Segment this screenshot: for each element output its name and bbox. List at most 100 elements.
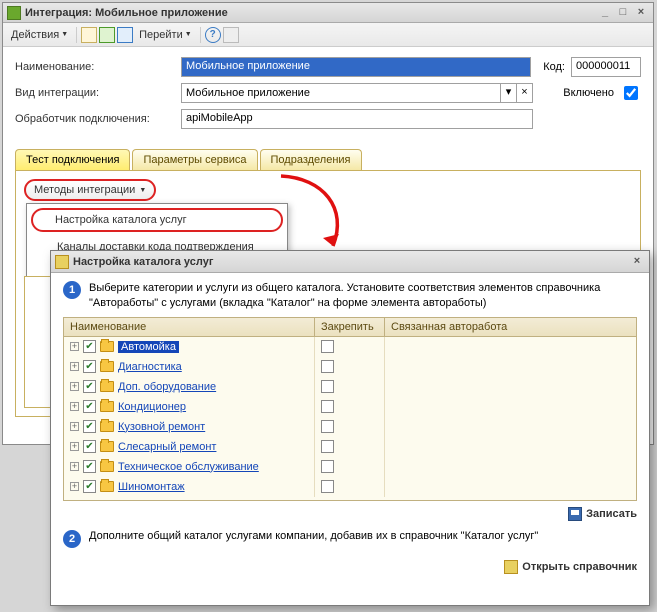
folder-icon xyxy=(100,341,114,352)
table-row[interactable]: + Доп. оборудование xyxy=(64,377,636,397)
row-checkbox[interactable] xyxy=(83,380,96,393)
category-link[interactable]: Техническое обслуживание xyxy=(118,461,259,473)
window-title: Интеграция: Мобильное приложение xyxy=(25,7,595,19)
folder-icon xyxy=(100,481,114,492)
handler-input[interactable]: apiMobileApp xyxy=(181,109,533,129)
toolbar: Действия▼ Перейти▼ ? xyxy=(3,23,653,47)
folder-icon xyxy=(100,361,114,372)
tab-depts[interactable]: Подразделения xyxy=(260,149,362,170)
tab-test[interactable]: Тест подключения xyxy=(15,149,130,170)
table-row[interactable]: + Техническое обслуживание xyxy=(64,457,636,477)
category-link[interactable]: Доп. оборудование xyxy=(118,381,216,393)
pin-checkbox[interactable] xyxy=(321,440,334,453)
pin-checkbox[interactable] xyxy=(321,360,334,373)
save-button[interactable]: Записать xyxy=(568,507,637,521)
handler-label: Обработчик подключения: xyxy=(15,113,175,125)
open-row: Открыть справочник xyxy=(51,554,649,583)
step2-row: 2 Дополните общий каталог услугами компа… xyxy=(51,530,649,554)
name-label: Наименование: xyxy=(15,61,175,73)
step2-text: Дополните общий каталог услугами компани… xyxy=(89,530,538,548)
dialog-close-button[interactable]: × xyxy=(629,255,645,269)
dialog-title: Настройка каталога услуг xyxy=(73,256,627,268)
step1-text: Выберите категории и услуги из общего ка… xyxy=(89,281,637,311)
folder-icon xyxy=(100,421,114,432)
copy-icon[interactable] xyxy=(117,27,133,43)
open-catalog-button[interactable]: Открыть справочник xyxy=(504,560,637,574)
type-combo[interactable]: Мобильное приложение ▾ × xyxy=(181,83,533,103)
folder-icon xyxy=(100,441,114,452)
col-linked[interactable]: Связанная авторабота xyxy=(385,318,636,336)
name-input[interactable]: Мобильное приложение xyxy=(181,57,531,77)
row-checkbox[interactable] xyxy=(83,440,96,453)
close-button[interactable]: × xyxy=(633,6,649,20)
category-link[interactable]: Кузовной ремонт xyxy=(118,421,205,433)
enabled-label: Включено xyxy=(563,87,614,99)
folder-icon xyxy=(100,461,114,472)
tab-params[interactable]: Параметры сервиса xyxy=(132,149,257,170)
combo-dropdown-icon[interactable]: ▾ xyxy=(500,84,516,102)
tabstrip: Тест подключения Параметры сервиса Подра… xyxy=(15,149,641,171)
combo-clear-icon[interactable]: × xyxy=(516,84,532,102)
folder-icon xyxy=(100,401,114,412)
expand-icon[interactable]: + xyxy=(70,462,79,471)
table-row[interactable]: + Кузовной ремонт xyxy=(64,417,636,437)
col-pin[interactable]: Закрепить xyxy=(315,318,385,336)
expand-icon[interactable]: + xyxy=(70,442,79,451)
category-link[interactable]: Кондиционер xyxy=(118,401,186,413)
minimize-button[interactable]: _ xyxy=(597,6,613,20)
expand-icon[interactable]: + xyxy=(70,342,79,351)
type-label: Вид интеграции: xyxy=(15,87,175,99)
settings-icon[interactable] xyxy=(223,27,239,43)
category-link[interactable]: Диагностика xyxy=(118,361,182,373)
table-row[interactable]: + Кондиционер xyxy=(64,397,636,417)
expand-icon[interactable]: + xyxy=(70,422,79,431)
pin-checkbox[interactable] xyxy=(321,400,334,413)
dropdown-item-catalog[interactable]: Настройка каталога услуг xyxy=(31,208,283,232)
row-checkbox[interactable] xyxy=(83,400,96,413)
table-row[interactable]: + Слесарный ремонт xyxy=(64,437,636,457)
methods-button[interactable]: Методы интеграции▼ xyxy=(24,179,156,201)
save-row: Записать xyxy=(51,501,649,530)
pin-checkbox[interactable] xyxy=(321,460,334,473)
goto-menu[interactable]: Перейти▼ xyxy=(135,27,196,43)
step1-badge: 1 xyxy=(63,281,81,299)
pin-checkbox[interactable] xyxy=(321,480,334,493)
catalog-dialog: Настройка каталога услуг × 1 Выберите ка… xyxy=(50,250,650,606)
row-checkbox[interactable] xyxy=(83,480,96,493)
row-checkbox[interactable] xyxy=(83,460,96,473)
step2-badge: 2 xyxy=(63,530,81,548)
table-row[interactable]: + Диагностика xyxy=(64,357,636,377)
actions-menu[interactable]: Действия▼ xyxy=(7,27,72,43)
category-link[interactable]: Автомойка xyxy=(118,341,179,353)
grid-header: Наименование Закрепить Связанная автораб… xyxy=(63,317,637,337)
add-icon[interactable] xyxy=(81,27,97,43)
expand-icon[interactable]: + xyxy=(70,362,79,371)
pin-checkbox[interactable] xyxy=(321,420,334,433)
expand-icon[interactable]: + xyxy=(70,382,79,391)
row-checkbox[interactable] xyxy=(83,420,96,433)
expand-icon[interactable]: + xyxy=(70,402,79,411)
category-link[interactable]: Шиномонтаж xyxy=(118,481,185,493)
enabled-checkbox[interactable] xyxy=(624,86,638,100)
open-icon xyxy=(504,560,518,574)
code-label: Код: xyxy=(543,61,565,73)
step1-row: 1 Выберите категории и услуги из общего … xyxy=(51,273,649,317)
table-row[interactable]: + Автомойка xyxy=(64,337,636,357)
table-row[interactable]: + Шиномонтаж xyxy=(64,477,636,497)
save-icon xyxy=(568,507,582,521)
row-checkbox[interactable] xyxy=(83,360,96,373)
code-input[interactable]: 000000011 xyxy=(571,57,641,77)
row-checkbox[interactable] xyxy=(83,340,96,353)
pin-checkbox[interactable] xyxy=(321,380,334,393)
help-icon[interactable]: ? xyxy=(205,27,221,43)
col-name[interactable]: Наименование xyxy=(64,318,315,336)
expand-icon[interactable]: + xyxy=(70,482,79,491)
dialog-icon xyxy=(55,255,69,269)
maximize-button[interactable]: □ xyxy=(615,6,631,20)
refresh-icon[interactable] xyxy=(99,27,115,43)
pin-checkbox[interactable] xyxy=(321,340,334,353)
grid-body[interactable]: + Автомойка + Диагностика + Доп. оборудование… xyxy=(63,337,637,501)
category-link[interactable]: Слесарный ремонт xyxy=(118,441,216,453)
folder-icon xyxy=(100,381,114,392)
app-icon xyxy=(7,6,21,20)
